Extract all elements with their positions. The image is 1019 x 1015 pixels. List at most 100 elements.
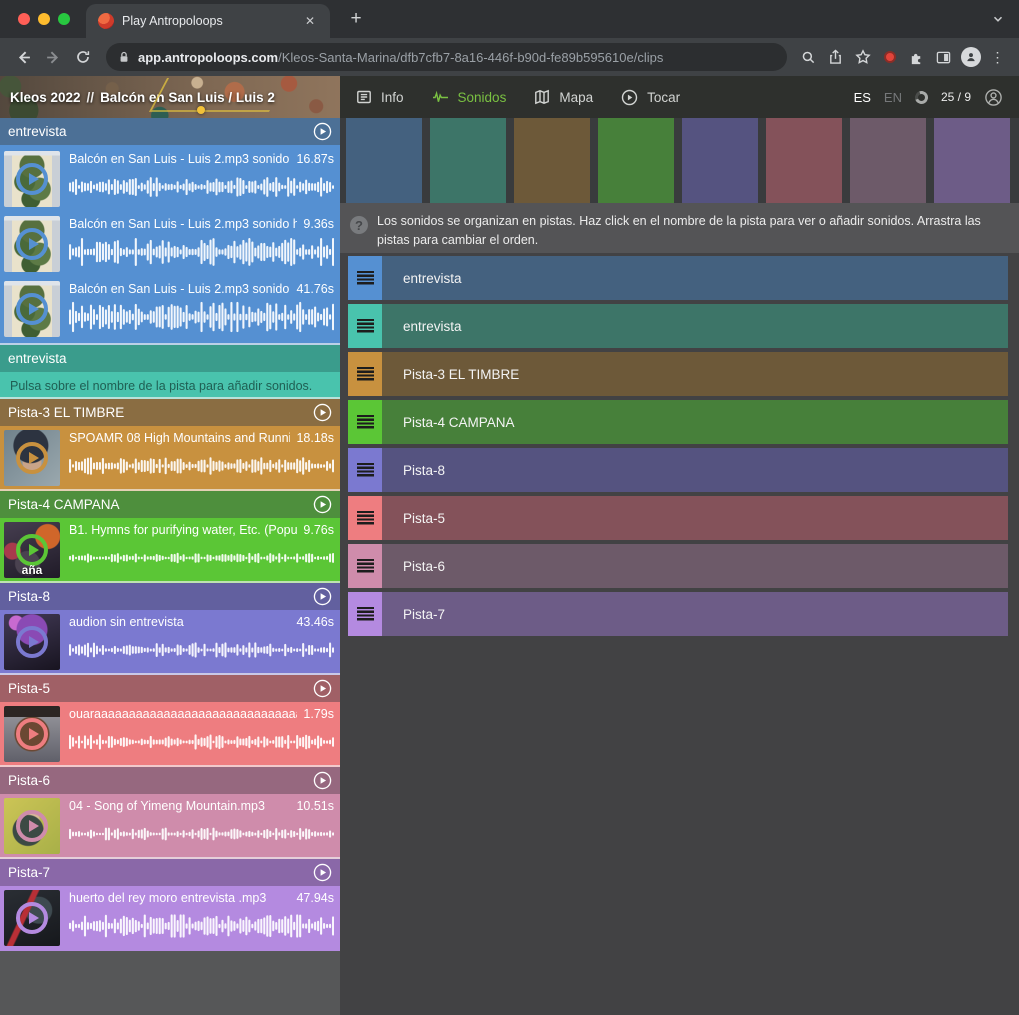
clip-play-icon[interactable] bbox=[16, 163, 48, 195]
track-play-button[interactable] bbox=[313, 679, 332, 698]
drag-handle[interactable] bbox=[348, 592, 382, 636]
track-color-square[interactable] bbox=[766, 118, 842, 203]
nav-mapa[interactable]: Mapa bbox=[534, 89, 593, 105]
track-color-square[interactable] bbox=[430, 118, 506, 203]
account-icon[interactable] bbox=[984, 88, 1003, 107]
audio-clip[interactable]: Balcón en San Luis - Luis 2.mp3 sonido h… bbox=[0, 212, 340, 277]
track-play-button[interactable] bbox=[313, 495, 332, 514]
clip-play-icon[interactable] bbox=[16, 810, 48, 842]
side-panel-icon[interactable] bbox=[930, 43, 957, 71]
clip-thumbnail[interactable] bbox=[4, 890, 60, 946]
track-header[interactable]: Pista-8 bbox=[0, 583, 340, 610]
track-row[interactable]: Pista-5 bbox=[348, 496, 1008, 540]
track-row[interactable]: entrevista bbox=[348, 304, 1008, 348]
track-header[interactable]: entrevista bbox=[0, 118, 340, 145]
track-color-square[interactable] bbox=[934, 118, 1010, 203]
tab-close-icon[interactable]: ✕ bbox=[302, 14, 318, 28]
track-header[interactable]: Pista-3 EL TIMBRE bbox=[0, 399, 340, 426]
clip-play-icon[interactable] bbox=[16, 718, 48, 750]
tab-search-chevron-icon[interactable] bbox=[991, 12, 1005, 26]
clip-play-icon[interactable] bbox=[16, 626, 48, 658]
track-color-square[interactable] bbox=[850, 118, 926, 203]
track-row-list: entrevista entrevista Pista-3 EL TIMBRE … bbox=[340, 253, 1019, 1015]
track-hint: Pulsa sobre el nombre de la pista para a… bbox=[0, 372, 340, 399]
track-row[interactable]: Pista-4 CAMPANA bbox=[348, 400, 1008, 444]
reload-icon[interactable] bbox=[68, 42, 98, 72]
track-name: Pista-7 bbox=[8, 865, 50, 880]
clip-thumbnail[interactable] bbox=[4, 430, 60, 486]
track-header[interactable]: entrevista bbox=[0, 345, 340, 372]
drag-handle[interactable] bbox=[348, 352, 382, 396]
clip-play-icon[interactable] bbox=[16, 228, 48, 260]
close-window-button[interactable] bbox=[18, 13, 30, 25]
new-tab-button[interactable]: + bbox=[344, 8, 368, 30]
track-header[interactable]: Pista-4 CAMPANA bbox=[0, 491, 340, 518]
zoom-page-icon[interactable] bbox=[795, 43, 822, 71]
track-row[interactable]: Pista-8 bbox=[348, 448, 1008, 492]
nav-info[interactable]: Info bbox=[356, 89, 404, 105]
back-icon[interactable] bbox=[8, 42, 38, 72]
nav-sonidos[interactable]: Sonidos bbox=[432, 90, 507, 105]
drag-handle[interactable] bbox=[348, 256, 382, 300]
track-play-button[interactable] bbox=[313, 587, 332, 606]
audio-clip[interactable]: Balcón en San Luis - Luis 2.mp3 sonido h… bbox=[0, 277, 340, 342]
drag-handle[interactable] bbox=[348, 496, 382, 540]
profile-avatar[interactable] bbox=[957, 43, 984, 71]
help-icon[interactable]: ? bbox=[350, 216, 368, 234]
track-row[interactable]: Pista-3 EL TIMBRE bbox=[348, 352, 1008, 396]
breadcrumb[interactable]: Kleos 2022 // Balcón en San Luis / Luis … bbox=[0, 76, 340, 118]
track-color-square[interactable] bbox=[598, 118, 674, 203]
bookmark-star-icon[interactable] bbox=[849, 43, 876, 71]
audio-clip[interactable]: huerto del rey moro entrevista .mp3 47.9… bbox=[0, 886, 340, 951]
track-row[interactable]: Pista-7 bbox=[348, 592, 1008, 636]
drag-handle[interactable] bbox=[348, 400, 382, 444]
track-color-square[interactable] bbox=[346, 118, 422, 203]
extensions-puzzle-icon[interactable] bbox=[903, 43, 930, 71]
clip-thumbnail[interactable]: aña bbox=[4, 522, 60, 578]
lock-icon[interactable] bbox=[118, 51, 130, 64]
audio-clip[interactable]: 04 - Song of Yimeng Mountain.mp3 10.51s bbox=[0, 794, 340, 859]
minimize-window-button[interactable] bbox=[38, 13, 50, 25]
clip-play-icon[interactable] bbox=[16, 293, 48, 325]
clip-thumbnail[interactable] bbox=[4, 281, 60, 337]
audio-clip[interactable]: audion sin entrevista 43.46s bbox=[0, 610, 340, 675]
audio-clip[interactable]: SPOAMR 08 High Mountains and Running ...… bbox=[0, 426, 340, 491]
drag-handle[interactable] bbox=[348, 304, 382, 348]
audio-clip[interactable]: ouaraaaaaaaaaaaaaaaaaaaaaaaaaaaaaaaaaaa.… bbox=[0, 702, 340, 767]
zoom-window-button[interactable] bbox=[58, 13, 70, 25]
clip-thumbnail[interactable] bbox=[4, 216, 60, 272]
browser-menu-icon[interactable]: ⋮ bbox=[984, 43, 1011, 71]
map-icon bbox=[534, 89, 550, 105]
drag-handle[interactable] bbox=[348, 544, 382, 588]
track-color-square[interactable] bbox=[682, 118, 758, 203]
browser-tab[interactable]: Play Antropoloops ✕ bbox=[86, 4, 330, 38]
track-color-square[interactable] bbox=[514, 118, 590, 203]
breadcrumb-project[interactable]: Kleos 2022 bbox=[10, 90, 81, 105]
track-play-button[interactable] bbox=[313, 863, 332, 882]
lang-es-button[interactable]: ES bbox=[854, 90, 871, 105]
track-row[interactable]: entrevista bbox=[348, 256, 1008, 300]
clip-thumbnail[interactable] bbox=[4, 706, 60, 762]
audio-clip[interactable]: aña B1. Hymns for purifying water, Etc. … bbox=[0, 518, 340, 583]
track-header[interactable]: Pista-6 bbox=[0, 767, 340, 794]
clip-play-icon[interactable] bbox=[16, 442, 48, 474]
nav-tocar[interactable]: Tocar bbox=[621, 89, 680, 106]
track-play-button[interactable] bbox=[313, 122, 332, 141]
record-indicator-icon[interactable] bbox=[876, 43, 903, 71]
forward-icon[interactable] bbox=[38, 42, 68, 72]
audio-clip[interactable]: Balcón en San Luis - Luis 2.mp3 sonido h… bbox=[0, 147, 340, 212]
track-play-button[interactable] bbox=[313, 771, 332, 790]
address-bar[interactable]: app.antropoloops.com/Kleos-Santa-Marina/… bbox=[106, 43, 787, 71]
share-icon[interactable] bbox=[822, 43, 849, 71]
clip-thumbnail[interactable] bbox=[4, 151, 60, 207]
track-header[interactable]: Pista-5 bbox=[0, 675, 340, 702]
clip-play-icon[interactable] bbox=[16, 902, 48, 934]
clip-thumbnail[interactable] bbox=[4, 798, 60, 854]
track-row[interactable]: Pista-6 bbox=[348, 544, 1008, 588]
clip-thumbnail[interactable] bbox=[4, 614, 60, 670]
lang-en-button[interactable]: EN bbox=[884, 90, 902, 105]
track-header[interactable]: Pista-7 bbox=[0, 859, 340, 886]
clip-play-icon[interactable] bbox=[16, 534, 48, 566]
track-play-button[interactable] bbox=[313, 403, 332, 422]
drag-handle[interactable] bbox=[348, 448, 382, 492]
